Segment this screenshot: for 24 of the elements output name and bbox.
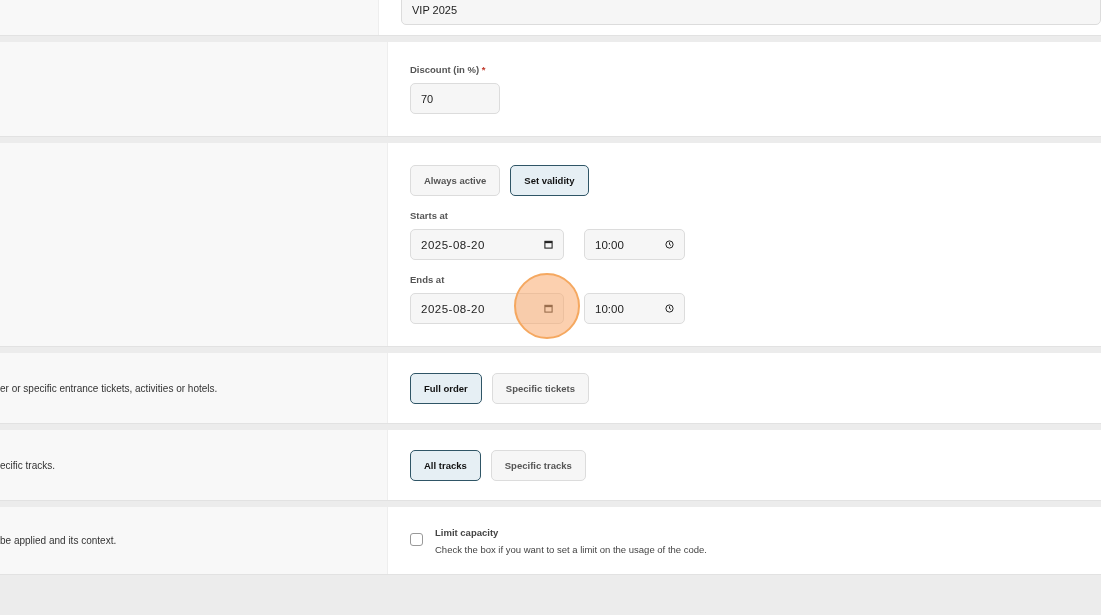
discount-field[interactable]: 70 — [410, 83, 500, 114]
clock-icon[interactable] — [665, 304, 674, 313]
option-button[interactable]: Always active — [410, 165, 501, 196]
option-button[interactable]: Specific tracks — [490, 450, 586, 481]
option-button[interactable]: Full order — [410, 373, 482, 404]
time-field[interactable]: 10:00 — [584, 229, 685, 260]
field-label: Discount (in %) * — [410, 64, 486, 75]
checkbox-label: Limit capacity — [435, 527, 500, 538]
calendar-icon[interactable] — [544, 240, 553, 249]
section-description: ecific tracks. — [0, 459, 55, 471]
checkbox[interactable] — [410, 533, 423, 546]
date-field[interactable]: 2025-08-20 — [410, 293, 564, 324]
date-field[interactable]: 2025-08-20 — [410, 229, 564, 260]
checkbox-hint: Check the box if you want to set a limit on the usage of the code. — [435, 544, 707, 555]
name-field[interactable]: VIP 2025 — [401, 0, 1101, 25]
field-label: Ends at — [410, 274, 445, 285]
section-description: er or specific entrance tickets, activities or hotels. — [0, 382, 218, 394]
option-button[interactable]: All tracks — [410, 450, 481, 481]
option-button[interactable]: Specific tickets — [491, 373, 589, 404]
option-button[interactable]: Set validity — [510, 165, 589, 196]
time-field[interactable]: 10:00 — [584, 293, 685, 324]
clock-icon[interactable] — [665, 240, 674, 249]
section-description: be applied and its context. — [0, 535, 117, 546]
field-label: Starts at — [410, 210, 448, 221]
